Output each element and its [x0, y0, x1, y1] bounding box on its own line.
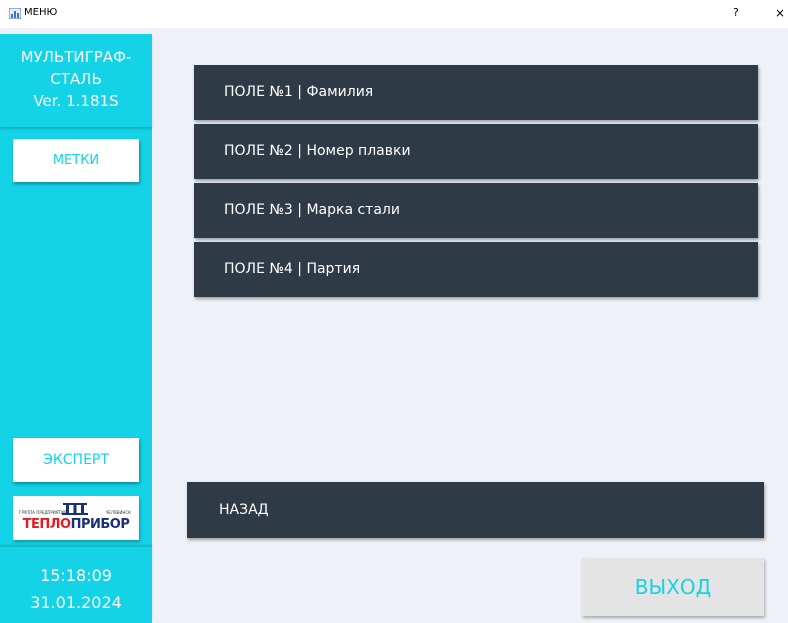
app-header: МУЛЬТИГРАФ- СТАЛЬ Ver. 1.181S: [0, 34, 152, 127]
clock-panel: 15:18:09 31.01.2024: [0, 547, 152, 623]
logo-emblem-icon: [62, 503, 88, 515]
logo-caption-left: ГРУППА ПРЕДПРИЯТИЙ: [19, 510, 68, 515]
logo-word-part2: ПРИБОР: [70, 517, 130, 532]
app-name-line2: СТАЛЬ: [50, 70, 102, 88]
field-2-button[interactable]: ПОЛЕ №2 | Номер плавки: [194, 124, 758, 179]
help-button[interactable]: ?: [733, 6, 739, 19]
window-title: МЕНЮ: [24, 7, 58, 18]
app-name-line1: МУЛЬТИГРАФ-: [20, 48, 132, 66]
app-name: МУЛЬТИГРАФ- СТАЛЬ Ver. 1.181S: [0, 46, 152, 112]
chart-icon: [9, 8, 21, 19]
field-3-button[interactable]: ПОЛЕ №3 | Марка стали: [194, 183, 758, 238]
marks-button[interactable]: МЕТКИ: [13, 139, 139, 182]
logo-word-part1: ТЕПЛО: [22, 517, 71, 532]
clock-time: 15:18:09: [40, 566, 112, 585]
logo-caption-right: ЧЕЛЯБИНСК: [105, 510, 131, 515]
app-version: Ver. 1.181S: [33, 92, 119, 110]
field-1-button[interactable]: ПОЛЕ №1 | Фамилия: [194, 65, 758, 120]
sidebar: МУЛЬТИГРАФ- СТАЛЬ Ver. 1.181S МЕТКИ ЭКСП…: [0, 34, 152, 623]
field-4-button[interactable]: ПОЛЕ №4 | Партия: [194, 242, 758, 297]
back-button[interactable]: НАЗАД: [187, 482, 764, 538]
title-bar: МЕНЮ ? ×: [0, 0, 788, 28]
close-button[interactable]: ×: [775, 6, 785, 20]
clock-date: 31.01.2024: [30, 593, 122, 612]
expert-button[interactable]: ЭКСПЕРТ: [13, 438, 139, 482]
exit-button[interactable]: ВЫХОД: [582, 558, 764, 616]
company-logo: ГРУППА ПРЕДПРИЯТИЙ ЧЕЛЯБИНСК ТЕПЛОПРИБОР: [13, 496, 139, 540]
logo-wordmark: ТЕПЛОПРИБОР: [13, 517, 139, 532]
